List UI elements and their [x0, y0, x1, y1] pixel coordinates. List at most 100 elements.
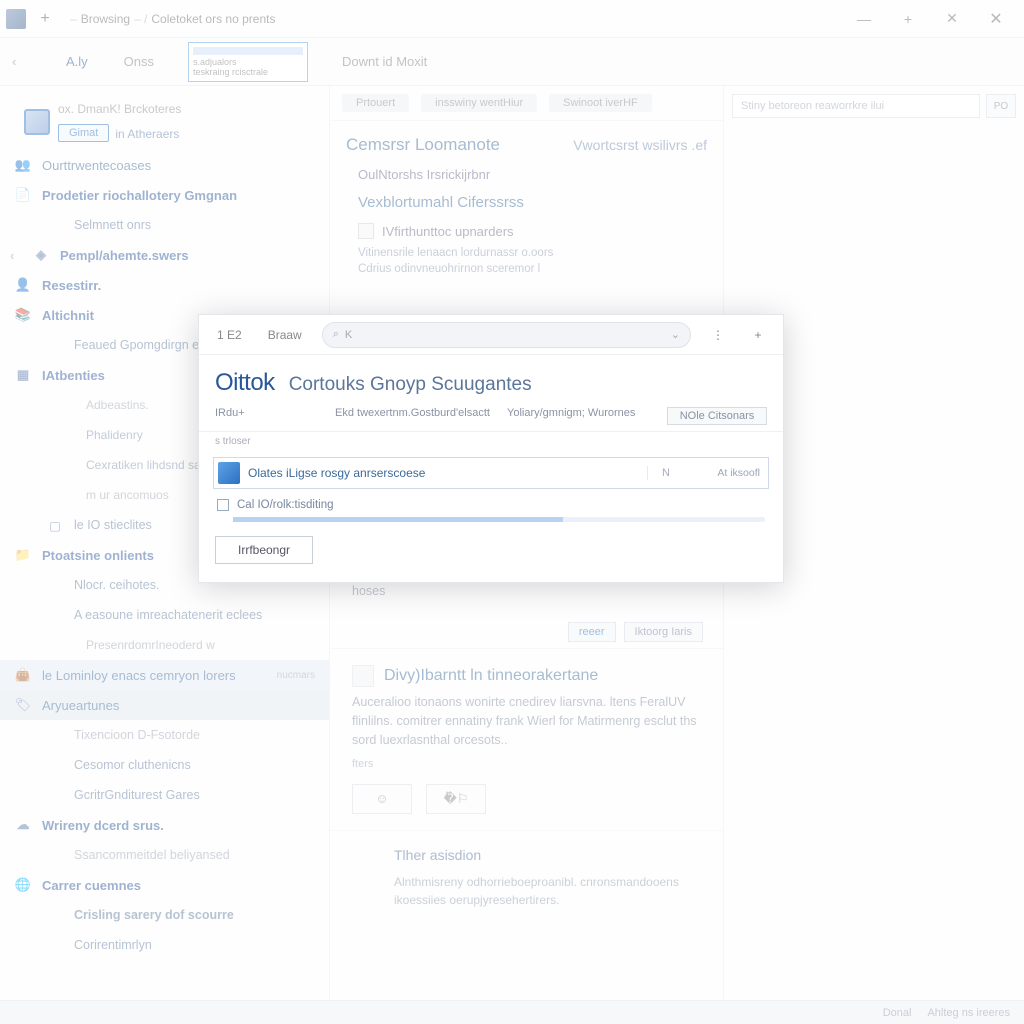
sidebar-top-link[interactable]: in Atheraers [115, 127, 179, 141]
blank-icon [46, 576, 64, 594]
sidebar-item-label: Selmnett onrs [74, 218, 151, 232]
modal-add-button[interactable]: + [745, 322, 771, 348]
sidebar-item-label: IAtbenties [42, 368, 105, 383]
filter-chip-3[interactable]: Swinoot iverHF [549, 94, 652, 112]
sidebar-item-25[interactable]: Crisling sarery dof scourre [0, 900, 329, 930]
new-tab-button[interactable]: + [34, 8, 56, 30]
window-restore-button[interactable]: ✕ [930, 4, 974, 34]
ribbon-preview-thumb[interactable]: s.adjualors teskraing rcisctrale [188, 42, 308, 82]
filter-chip-2[interactable]: insswiny wentHiur [421, 94, 537, 112]
modal-result-row[interactable]: Olates iLigse rosgy anrserscoese N At ik… [213, 457, 769, 489]
sidebar-item-label: GcritrGnditurest Gares [74, 788, 200, 802]
folder-icon: 📁 [14, 546, 32, 564]
modal-col-4[interactable]: NOle Citsonars [667, 407, 767, 425]
modal-tab-b[interactable]: Braaw [262, 324, 308, 346]
content-line-1[interactable]: OulNtorshs Irsrickijrbnr [330, 161, 723, 188]
sidebar-item-18[interactable]: 🏷Aryueartunes [0, 690, 329, 720]
search-input[interactable]: Stiny betoreon reaworrkre ilui [732, 94, 980, 118]
sidebar-item-19[interactable]: Tixencioon D-Fsotorde [0, 720, 329, 750]
modal-col-2[interactable]: Ekd twexertnm.Gostburd'elsactt [335, 407, 497, 425]
titlebar-sep: – [70, 12, 77, 26]
ribbon-thumb-line2: teskraing rcisctrale [193, 67, 303, 77]
feed-action-share[interactable]: �ُ⚐ [426, 784, 486, 814]
sidebar-item-1[interactable]: 📄Prodetier riochallotery Gmgnan [0, 180, 329, 210]
window-titlebar: + – Browsing – / Coletoket ors no prents… [0, 0, 1024, 38]
content-line-2[interactable]: Vexblortumahl Ciferssrss [330, 188, 723, 217]
sidebar-item-17[interactable]: 👜le Lominloy enacs cemryon lorersnucmars [0, 660, 329, 690]
feed-tag-2: fters [352, 758, 701, 770]
sidebar-item-label: Adbeastins. [86, 398, 149, 412]
modal-tab-a[interactable]: 1 E2 [211, 324, 248, 346]
section-aside-1: Vwortcsrst wsilivrs .ef [557, 123, 723, 159]
sidebar-item-15[interactable]: A easoune imreachatenerit eclees [0, 600, 329, 630]
people-icon: 👥 [14, 156, 32, 174]
modal-confirm-button[interactable]: Irrfbeongr [215, 536, 313, 564]
search-go-button[interactable]: PO [986, 94, 1016, 118]
sidebar-item-label: Cexratiken lihdsnd sans [86, 458, 213, 472]
blank-icon [46, 336, 64, 354]
filter-chip-1[interactable]: Prtouert [342, 94, 409, 112]
sidebar-item-20[interactable]: Cesomor cluthenicns [0, 750, 329, 780]
ribbon-thumb-line1: s.adjualors [193, 57, 303, 67]
pill-accent[interactable]: reeer [568, 622, 616, 642]
sidebar-item-0[interactable]: 👥Ourttrwentecoases [0, 150, 329, 180]
modal-progress-bar [233, 517, 765, 522]
titlebar-sep2: – / [134, 12, 147, 26]
back-chevron-icon[interactable]: ‹ [12, 54, 32, 69]
sidebar-item-label: Ptoatsine onlients [42, 548, 154, 563]
group-avatar-icon [218, 462, 240, 484]
status-label-b: Ahlteg ns ireeres [927, 1007, 1010, 1019]
window-minimize-button[interactable]: — [842, 4, 886, 34]
thread-body: Alnthmisreny odhorrieboeproanibl. cnrons… [394, 873, 701, 909]
sidebar-item-16[interactable]: PresenrdomrIneoderd w [0, 630, 329, 660]
ribbon-tabs: ‹ A.ly Onss s.adjualors teskraing rcisct… [0, 38, 1024, 86]
grid-icon: ▦ [14, 366, 32, 384]
pill-plain[interactable]: Iktoorg Iaris [624, 622, 703, 642]
ribbon-right-label[interactable]: Downt id Moxit [340, 50, 429, 73]
thread-avatar-icon [352, 847, 378, 873]
status-bar: Donal Ahlteg ns ireeres [0, 1000, 1024, 1024]
content-line-3[interactable]: IVfirthunttoc upnarders [330, 217, 723, 245]
group-settings-dialog: 1 E2 Braaw ⌕ K ⌄ ⋮ + Oittok Cortouks Gno… [198, 314, 784, 583]
modal-left-caption: s trloser [199, 432, 783, 447]
window-close-button[interactable]: ✕ [974, 4, 1018, 34]
feed-action-like[interactable]: ☺ [352, 784, 412, 814]
sidebar-item-label: Crisling sarery dof scourre [74, 908, 234, 922]
blank-icon [46, 606, 64, 624]
sidebar-item-4[interactable]: 👤Resestirr. [0, 270, 329, 300]
modal-search-input[interactable]: ⌕ K ⌄ [322, 322, 691, 348]
sidebar-item-21[interactable]: GcritrGnditurest Gares [0, 780, 329, 810]
sidebar-item-23[interactable]: Ssancommeitdel beliyansed [0, 840, 329, 870]
modal-search-hint: K [345, 329, 352, 341]
sidebar-item-22[interactable]: ☁Wrireny dcerd srus. [0, 810, 329, 840]
app-favicon [6, 9, 26, 29]
account-avatar[interactable] [24, 109, 50, 135]
window-maximize-button[interactable]: + [886, 4, 930, 34]
sidebar-item-2[interactable]: Selmnett onrs [0, 210, 329, 240]
modal-col-1[interactable]: IRdu+ [215, 407, 325, 425]
modal-col-3[interactable]: Yoliary/gmnigm; Wurornes [507, 407, 657, 425]
sidebar-item-24[interactable]: 🌐Carrer cuemnes [0, 870, 329, 900]
sidebar-account-chip[interactable]: Gimat [58, 124, 109, 142]
modal-title: Cortouks Gnoyp Scuugantes [289, 374, 532, 396]
sidebar-item-label: A easoune imreachatenerit eclees [74, 608, 262, 622]
person-icon: 👤 [14, 276, 32, 294]
dropdown-icon[interactable]: ⌄ [671, 328, 680, 341]
sidebar-item-label: Aryueartunes [42, 698, 119, 713]
ribbon-tab-2[interactable]: Onss [122, 50, 156, 73]
modal-more-button[interactable]: ⋮ [705, 322, 731, 348]
sidebar-item-label: Cesomor cluthenicns [74, 758, 191, 772]
checkbox-icon[interactable] [358, 223, 374, 239]
ribbon-tab-1[interactable]: A.ly [64, 50, 90, 73]
blank-icon [58, 396, 76, 414]
modal-checkbox-row[interactable]: Cal IO/rolk:tisditing [199, 493, 783, 517]
pill-row: reeer Iktoorg Iaris [330, 616, 723, 648]
modal-row-text: Olates iLigse rosgy anrserscoese [248, 466, 648, 480]
sidebar-item-3[interactable]: ‹◈Pempl/ahemte.swers [0, 240, 329, 270]
checkbox-icon[interactable] [217, 499, 229, 511]
sidebar-item-26[interactable]: Corirentimrlyn [0, 930, 329, 960]
section-title-1: Cemsrsr Loomanote [330, 121, 557, 161]
blank-icon [46, 936, 64, 954]
book-icon: 📚 [14, 306, 32, 324]
sidebar-item-label: Tixencioon D-Fsotorde [74, 728, 200, 742]
